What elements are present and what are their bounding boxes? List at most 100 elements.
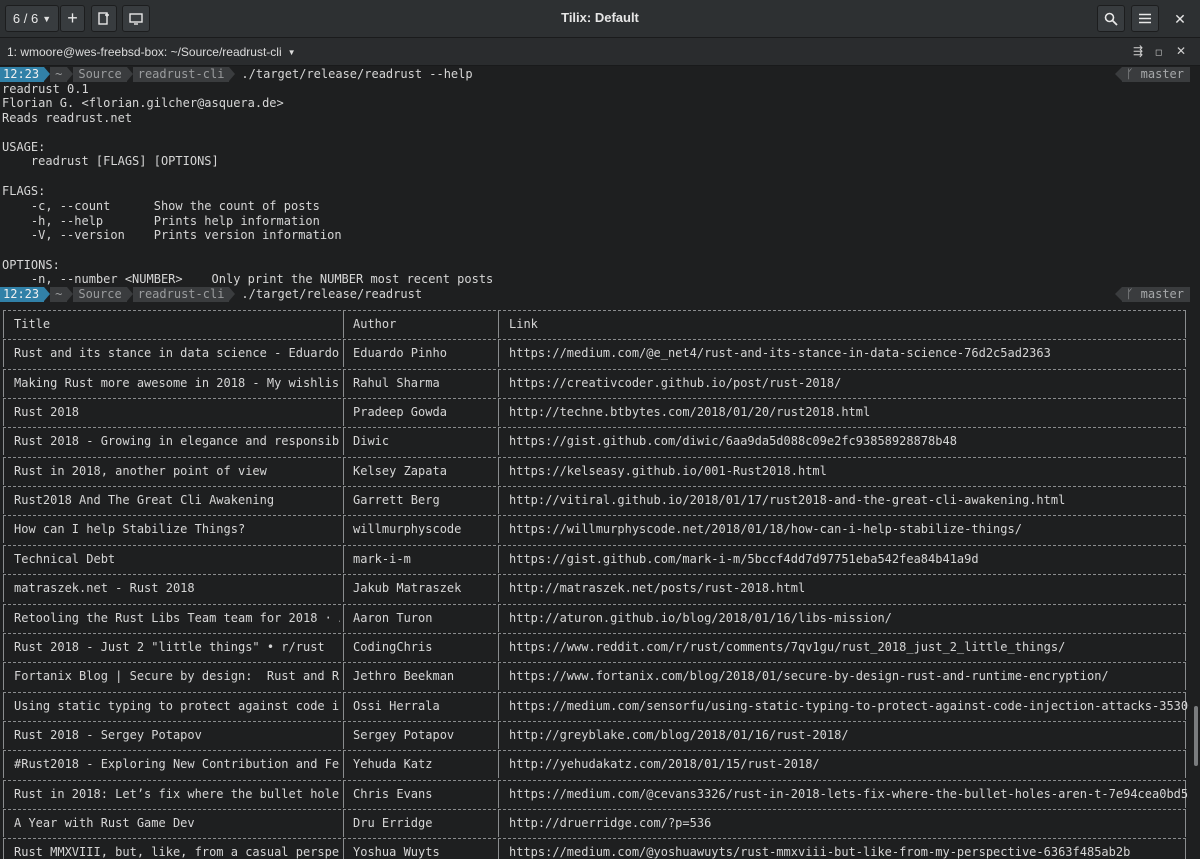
table-separator (3, 779, 1186, 781)
table-border (343, 780, 344, 808)
table-border (3, 780, 4, 808)
close-window-button[interactable]: ✕ (1168, 7, 1192, 31)
table-border (498, 780, 499, 808)
table-row: matraszek.net - Rust 2018 Jakub Matraszek… (0, 575, 1200, 603)
table-separator (3, 632, 1186, 634)
terminal-output[interactable]: 12:23 ~ Source readrust-cli ./target/rel… (0, 66, 1200, 859)
table-border (343, 487, 344, 515)
table-separator (3, 720, 1186, 722)
prompt-dir: Source (73, 67, 127, 82)
author-cell: Chris Evans (353, 786, 433, 801)
table-row: Technical Debt mark-i-m https://gist.githu… (0, 545, 1200, 573)
table-border (498, 751, 499, 779)
title-cell: Rust 2018 - Sergey Potapov (14, 727, 202, 742)
table-border (3, 457, 4, 485)
author-cell: willmurphyscode (353, 522, 462, 537)
link-cell: http://yehudakatz.com/2018/01/15/rust-20… (509, 757, 820, 772)
link-cell: http://vitiral.github.io/2018/01/17/rust… (509, 493, 1066, 508)
table-border (343, 369, 344, 397)
output-line: readrust [FLAGS] [OPTIONS] (2, 154, 219, 168)
new-session-button[interactable] (122, 5, 150, 32)
output-line: readrust 0.1 (2, 82, 89, 96)
link-cell: http://druerridge.com/?p=536 (509, 815, 712, 830)
table-border (3, 692, 4, 720)
table-row: How can I help Stabilize Things? willmurp… (0, 516, 1200, 544)
table-separator (3, 691, 1186, 693)
author-cell: Diwic (353, 434, 390, 449)
table-separator (3, 368, 1186, 370)
link-cell: https://gist.github.com/mark-i-m/5bccf4d… (509, 551, 979, 566)
table-border (3, 663, 4, 691)
table-row: A Year with Rust Game Dev Dru Erridge http… (0, 809, 1200, 837)
git-branch-label: master (1140, 287, 1184, 301)
scrollbar[interactable] (1194, 706, 1198, 766)
session-label: 6 / 6 (12, 11, 39, 26)
close-terminal-icon[interactable]: ✕ (1176, 44, 1186, 58)
table-border (3, 487, 4, 515)
table-border (3, 751, 4, 779)
title-cell: Rust in 2018, another point of view (14, 463, 267, 478)
menu-button[interactable] (1131, 5, 1159, 32)
title-cell: How can I help Stabilize Things? (14, 522, 246, 537)
link-cell: http://techne.btbytes.com/2018/01/20/rus… (509, 405, 871, 420)
table-separator (3, 427, 1186, 429)
search-button[interactable] (1097, 5, 1125, 32)
table-header-row: Title Author Link (0, 311, 1200, 338)
output-line: -V, --version Prints version information (2, 228, 342, 242)
title-cell: Rust and its stance in data science - Ed… (14, 346, 340, 361)
output-line: Florian G. <florian.gilcher@asquera.de> (2, 96, 284, 110)
table-border (3, 516, 4, 544)
table-separator (3, 544, 1186, 546)
table-separator (3, 662, 1186, 664)
table-separator (3, 838, 1186, 840)
output-line: OPTIONS: (2, 258, 60, 272)
table-row: Rust 2018 - Sergey Potapov Sergey Potapov… (0, 721, 1200, 749)
table-border (343, 809, 344, 837)
maximize-icon[interactable]: ◻ (1155, 47, 1162, 58)
table-row: #Rust2018 - Exploring New Contribution a… (0, 751, 1200, 779)
table-border (498, 516, 499, 544)
table-border (498, 369, 499, 397)
table-border (3, 809, 4, 837)
prompt-time: 12:23 (0, 287, 45, 302)
table-border (3, 311, 4, 338)
table-row: Rust 2018 - Growing in elegance and resp… (0, 428, 1200, 456)
link-cell: http://aturon.github.io/blog/2018/01/16/… (509, 610, 892, 625)
author-cell: Garrett Berg (353, 493, 440, 508)
chevron-down-icon: ▼ (42, 13, 52, 24)
title-cell: Rust 2018 - Just 2 "little things" • r/r… (14, 639, 325, 654)
table-header-cell: Title (14, 317, 51, 331)
table-header-cell: Link (509, 317, 538, 331)
prompt-dir: readrust-cli (132, 67, 230, 82)
window-add-icon (98, 12, 109, 25)
table-border (498, 839, 499, 859)
table-border (3, 369, 4, 397)
table-border (343, 516, 344, 544)
session-switcher-button[interactable]: 6 / 6 ▼ (5, 5, 59, 32)
table-separator (3, 574, 1186, 576)
output-line: Reads readrust.net (2, 111, 133, 125)
table-border (3, 399, 4, 427)
table-border (3, 839, 4, 859)
chevron-down-icon: ▼ (287, 47, 296, 57)
author-cell: CodingChris (353, 639, 433, 654)
table-border (343, 633, 344, 661)
table-border (343, 428, 344, 456)
terminal-title-dropdown[interactable]: 1: wmoore@wes-freebsd-box: ~/Source/read… (7, 45, 296, 59)
table-border (3, 575, 4, 603)
title-cell: matraszek.net - Rust 2018 (14, 581, 195, 596)
sync-input-icon[interactable]: ⇶ (1133, 44, 1143, 58)
table-separator (3, 515, 1186, 517)
table-border (498, 663, 499, 691)
link-cell: https://medium.com/@e_net4/rust-and-its-… (509, 346, 1051, 361)
table-row: Rust in 2018, another point of view Kelse… (0, 457, 1200, 485)
table-separator (3, 456, 1186, 458)
git-branch: ᚴ master (1115, 67, 1190, 82)
table-border (343, 839, 344, 859)
branch-icon: ᚴ (1126, 287, 1141, 301)
table-border (498, 721, 499, 749)
table-border (343, 604, 344, 632)
author-cell: Pradeep Gowda (353, 405, 447, 420)
new-window-button[interactable] (91, 5, 117, 32)
add-session-button[interactable]: + (60, 5, 85, 32)
